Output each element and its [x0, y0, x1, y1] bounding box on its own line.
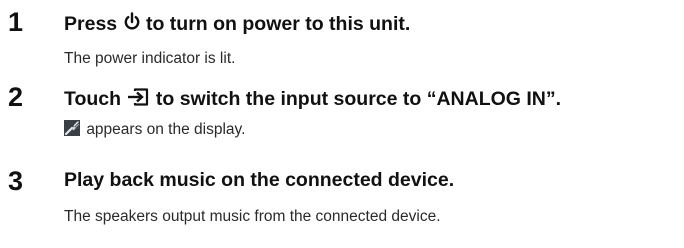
- step-number: 3: [8, 166, 24, 196]
- heading-text-before: Touch: [64, 88, 122, 110]
- step-number: 2: [8, 82, 24, 112]
- step-heading: Touch to switch the input source to “ANA…: [64, 87, 561, 112]
- step-description: The speakers output music from the conne…: [64, 208, 441, 225]
- step-heading: Press to turn on power to this unit.: [64, 12, 410, 37]
- step-number: 1: [8, 7, 24, 37]
- step-description-text: appears on the display.: [86, 121, 246, 138]
- heading-text-before: Press: [64, 13, 118, 35]
- step-heading: Play back music on the connected device.: [64, 169, 455, 191]
- analog-in-display-icon: [64, 120, 80, 136]
- step-description: The power indicator is lit.: [64, 50, 236, 67]
- input-source-icon: [126, 87, 150, 112]
- heading-text-after: to switch the input source to “ANALOG IN…: [155, 88, 562, 110]
- heading-text-after: to turn on power to this unit.: [145, 13, 411, 35]
- power-icon: [123, 12, 141, 37]
- step-description: appears on the display.: [64, 120, 245, 138]
